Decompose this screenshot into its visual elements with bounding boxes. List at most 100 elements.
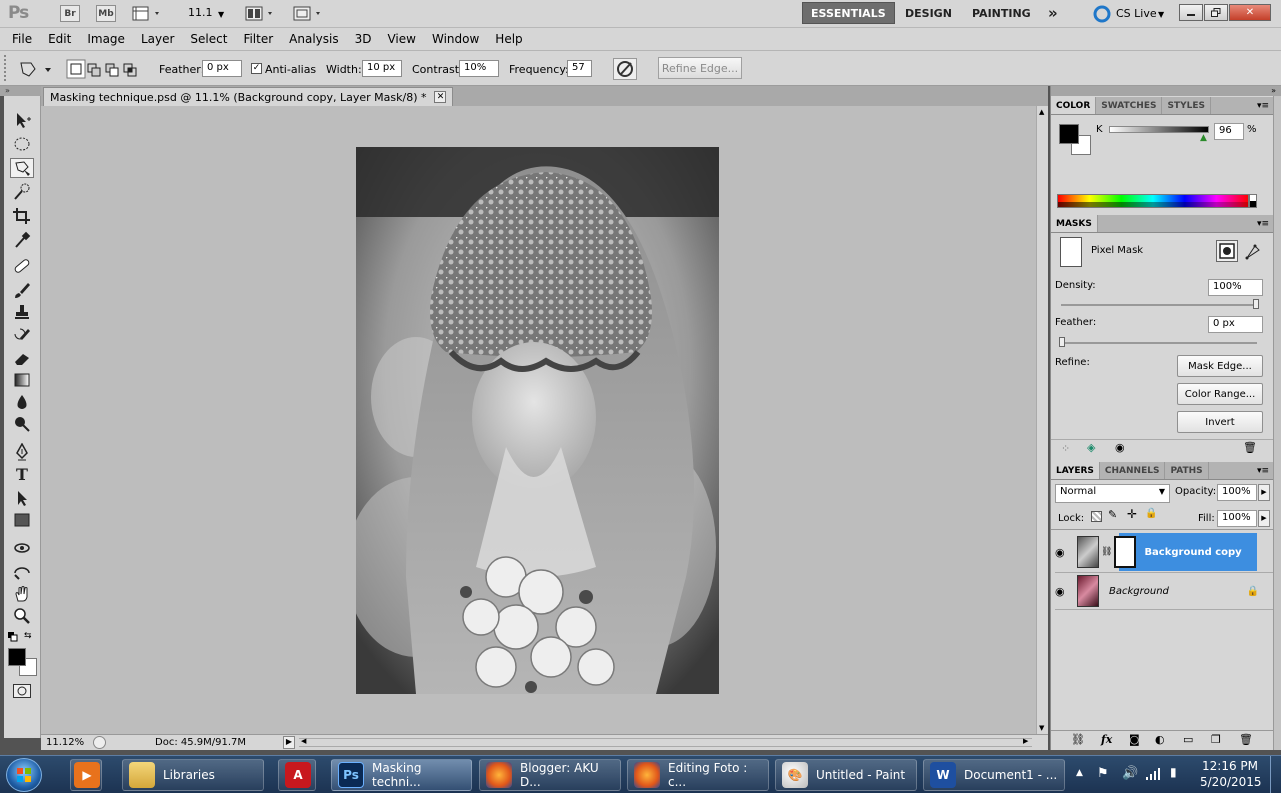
volume-icon[interactable]: 🔊 <box>1122 766 1138 781</box>
apply-mask-icon[interactable]: ◈ <box>1087 441 1095 454</box>
tab-styles[interactable]: STYLES <box>1162 97 1211 114</box>
3d-orbit-tool-icon[interactable] <box>10 562 34 582</box>
workspace-essentials[interactable]: ESSENTIALS <box>802 2 895 24</box>
load-selection-icon[interactable]: ⁘ <box>1061 442 1070 455</box>
taskbar-item-word[interactable]: W Document1 - ... <box>923 759 1065 791</box>
masks-panel-menu-icon[interactable]: ▾≡ <box>1257 219 1269 229</box>
new-layer-icon[interactable]: ❐ <box>1211 733 1221 746</box>
density-slider-thumb[interactable] <box>1253 299 1259 309</box>
rectangle-tool-icon[interactable] <box>10 510 34 530</box>
zoom-level[interactable]: 11.1 <box>188 6 213 19</box>
foreground-color-swatch[interactable] <box>8 648 26 666</box>
frequency-input[interactable]: 57 <box>567 60 592 77</box>
delete-mask-icon[interactable]: 🗑 <box>1243 441 1257 454</box>
k-channel-slider[interactable] <box>1109 126 1209 133</box>
layer-visibility-eye-icon[interactable]: ◉ <box>1055 546 1071 559</box>
vector-mask-button[interactable] <box>1243 242 1263 262</box>
black-white-swatch[interactable] <box>1249 194 1257 208</box>
view-extras-button[interactable] <box>131 5 163 22</box>
tool-preset-picker[interactable] <box>17 59 57 79</box>
menu-file[interactable]: File <box>4 32 40 46</box>
tab-paths[interactable]: PATHS <box>1165 462 1209 479</box>
layers-panel-menu-icon[interactable]: ▾≡ <box>1257 466 1269 476</box>
lock-image-icon[interactable]: ✎ <box>1108 508 1117 521</box>
elliptical-marquee-tool-icon[interactable] <box>10 134 34 154</box>
mini-bridge-button[interactable]: Mb <box>96 5 116 22</box>
k-slider-thumb-icon[interactable]: ▲ <box>1200 133 1207 143</box>
close-icon[interactable]: ✕ <box>1229 4 1271 21</box>
refine-edge-button[interactable]: Refine Edge... <box>658 57 742 79</box>
bridge-button[interactable]: Br <box>60 5 80 22</box>
layer-row-background[interactable]: ◉ Background 🔒 <box>1055 572 1273 610</box>
zoom-percentage[interactable]: 11.12% <box>46 737 84 748</box>
acrobat-pinned[interactable]: A <box>278 759 316 791</box>
mask-link-icon[interactable]: ⛓ <box>1101 547 1112 557</box>
close-document-icon[interactable]: ✕ <box>434 91 447 103</box>
clock-time[interactable]: 12:16 PM <box>1200 759 1260 773</box>
scroll-right-icon[interactable]: ▶ <box>1023 737 1028 745</box>
path-selection-tool-icon[interactable] <box>10 488 34 508</box>
show-desktop-button[interactable] <box>1270 756 1281 793</box>
adjustment-layer-icon[interactable]: ◐ <box>1155 733 1165 746</box>
hand-tool-icon[interactable] <box>10 584 34 604</box>
tab-swatches[interactable]: SWATCHES <box>1096 97 1163 114</box>
color-panel-menu-icon[interactable]: ▾≡ <box>1257 101 1269 111</box>
more-workspaces-icon[interactable]: » <box>1040 2 1066 24</box>
layer-visibility-eye-icon[interactable]: ◉ <box>1055 585 1071 598</box>
minimize-icon[interactable] <box>1179 4 1203 21</box>
blur-tool-icon[interactable] <box>10 392 34 412</box>
tab-layers[interactable]: LAYERS <box>1051 462 1100 479</box>
width-input[interactable]: 10 px <box>362 60 402 77</box>
action-center-icon[interactable]: ⚑ <box>1097 766 1109 781</box>
pixel-mask-button[interactable] <box>1216 240 1238 262</box>
lock-transparency-icon[interactable] <box>1091 511 1102 522</box>
crop-tool-icon[interactable] <box>10 206 34 226</box>
layer-name[interactable]: Background copy <box>1144 547 1241 558</box>
status-menu-icon[interactable]: ▶ <box>283 736 295 749</box>
lock-position-icon[interactable]: ✛ <box>1127 507 1137 521</box>
workspace-design[interactable]: DESIGN <box>897 2 960 24</box>
options-grip[interactable] <box>4 55 12 81</box>
menu-3d[interactable]: 3D <box>347 32 380 46</box>
move-tool-icon[interactable] <box>10 110 34 130</box>
quick-mask-icon[interactable] <box>13 684 31 698</box>
dodge-tool-icon[interactable] <box>10 414 34 434</box>
menu-image[interactable]: Image <box>79 32 133 46</box>
clock-date[interactable]: 5/20/2015 <box>1200 775 1262 789</box>
magnetic-lasso-tool-icon[interactable] <box>10 158 34 178</box>
density-input[interactable]: 100% <box>1208 279 1263 296</box>
taskbar-item-paint[interactable]: 🎨 Untitled - Paint <box>775 759 917 791</box>
taskbar-item-photoshop[interactable]: Ps Masking techni... <box>331 759 472 791</box>
tab-masks[interactable]: MASKS <box>1051 215 1098 232</box>
workspace-painting[interactable]: PAINTING <box>964 2 1039 24</box>
fill-input[interactable]: 100% <box>1217 510 1257 527</box>
tablet-pressure-icon[interactable] <box>613 58 637 80</box>
opacity-arrow-icon[interactable]: ▶ <box>1258 484 1270 501</box>
menu-select[interactable]: Select <box>182 32 235 46</box>
spot-healing-brush-icon[interactable] <box>10 256 34 276</box>
panel-scroll-strip[interactable] <box>1273 96 1281 750</box>
taskbar-item-firefox-blogger[interactable]: Blogger: AKU D... <box>479 759 621 791</box>
taskbar-item-firefox-editing[interactable]: Editing Foto : c... <box>627 759 769 791</box>
opacity-input[interactable]: 100% <box>1217 484 1257 501</box>
document-tab[interactable]: Masking technique.psd @ 11.1% (Backgroun… <box>43 87 454 106</box>
eyedropper-tool-icon[interactable] <box>10 230 34 250</box>
fill-arrow-icon[interactable]: ▶ <box>1258 510 1270 527</box>
default-colors-icon[interactable] <box>8 631 18 642</box>
blend-mode-select[interactable]: Normal ▼ <box>1055 484 1170 503</box>
menu-window[interactable]: Window <box>424 32 487 46</box>
mask-feather-slider-thumb[interactable] <box>1059 337 1065 347</box>
anti-alias-checkbox[interactable]: ✓ <box>251 63 262 74</box>
color-spectrum-bar[interactable] <box>1057 194 1249 208</box>
document-canvas-image[interactable] <box>356 147 719 694</box>
mask-feather-slider[interactable] <box>1061 342 1257 344</box>
quick-selection-tool-icon[interactable] <box>10 182 34 202</box>
contrast-input[interactable]: 10% <box>459 60 499 77</box>
cs-live-icon[interactable] <box>1093 5 1111 23</box>
layer-mask-thumbnail[interactable] <box>1114 536 1137 568</box>
zoom-tool-icon[interactable] <box>10 606 34 626</box>
menu-filter[interactable]: Filter <box>235 32 281 46</box>
menu-view[interactable]: View <box>379 32 423 46</box>
taskbar-item-libraries[interactable]: Libraries <box>122 759 264 791</box>
media-player-pinned[interactable]: ▶ <box>70 759 102 791</box>
